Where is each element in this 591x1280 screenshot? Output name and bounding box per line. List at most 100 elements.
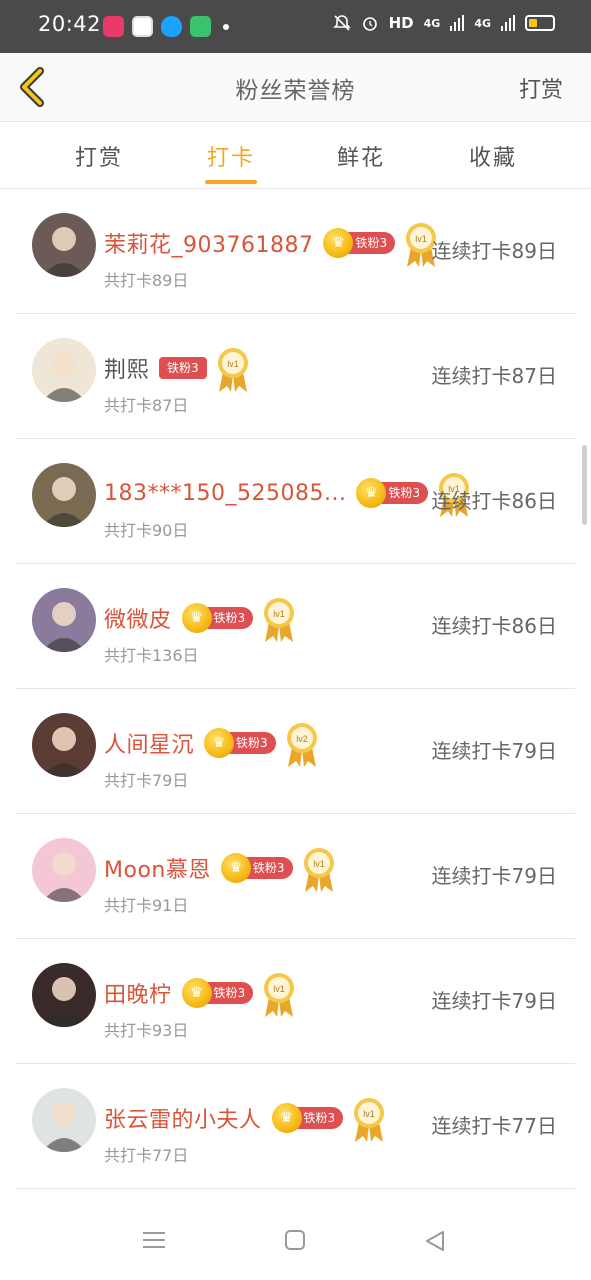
ranking-row[interactable]: 荆熙 铁粉3 lv1 共打卡87日 连续打卡87日 bbox=[16, 314, 575, 439]
avatar[interactable] bbox=[32, 1088, 96, 1152]
user-avatar-icon bbox=[32, 963, 96, 1027]
reward-button[interactable]: 打赏 bbox=[519, 72, 563, 104]
user-avatar-icon bbox=[32, 838, 96, 902]
total-checkins: 共打卡79日 bbox=[104, 771, 189, 790]
total-checkins: 共打卡89日 bbox=[104, 271, 189, 290]
tab-label: 打赏 bbox=[75, 146, 124, 171]
name-line: 荆熙 铁粉3 lv1 bbox=[104, 344, 251, 392]
total-checkins: 共打卡87日 bbox=[104, 396, 189, 415]
ranking-row[interactable]: 183***150_525085... ♛ 铁粉3 lv1 共打卡90日 连续打… bbox=[16, 439, 575, 564]
fan-level-badge: ♛ 铁粉3 bbox=[271, 1103, 344, 1133]
app-notification-icon bbox=[190, 16, 211, 37]
name-line: 田晚柠 ♛ 铁粉3 lv1 bbox=[104, 969, 297, 1017]
level-medal-icon: lv1 bbox=[354, 1098, 385, 1142]
user-avatar-icon bbox=[32, 463, 96, 527]
level-medal-icon: lv1 bbox=[264, 598, 295, 642]
level-medal-icon: lv2 bbox=[286, 723, 317, 767]
total-checkins: 共打卡91日 bbox=[104, 896, 189, 915]
page-title: 粉丝荣誉榜 bbox=[235, 78, 356, 104]
avatar[interactable] bbox=[32, 838, 96, 902]
tab-label: 收藏 bbox=[469, 146, 518, 171]
ranking-row[interactable]: 田晚柠 ♛ 铁粉3 lv1 共打卡93日 连续打卡79日 bbox=[16, 939, 575, 1064]
crown-icon: ♛ bbox=[181, 978, 212, 1008]
medal-level-text: lv1 bbox=[415, 234, 427, 244]
name-line: 茉莉花_903761887 ♛ 铁粉3 lv1 bbox=[104, 219, 439, 267]
app-notification-icon bbox=[132, 16, 153, 37]
fan-badge-label: 铁粉3 bbox=[159, 357, 207, 379]
crown-icon: ♛ bbox=[181, 603, 212, 633]
medal-level-text: lv1 bbox=[227, 359, 239, 369]
system-navigation-bar bbox=[0, 1196, 591, 1280]
user-avatar-icon bbox=[32, 1088, 96, 1152]
username[interactable]: 微微皮 bbox=[104, 602, 172, 634]
user-avatar-icon bbox=[32, 588, 96, 652]
tab-flowers[interactable]: 鲜花 bbox=[337, 140, 385, 172]
username[interactable]: 荆熙 bbox=[104, 352, 149, 384]
name-line: 人间星沉 ♛ 铁粉3 lv2 bbox=[104, 719, 320, 767]
username[interactable]: 茉莉花_903761887 bbox=[104, 227, 313, 259]
total-checkins: 共打卡77日 bbox=[104, 1146, 189, 1165]
total-checkins: 共打卡93日 bbox=[104, 1021, 189, 1040]
name-line: 183***150_525085... ♛ 铁粉3 lv1 bbox=[104, 469, 472, 517]
fan-level-badge: ♛ 铁粉3 bbox=[323, 228, 396, 258]
hd-indicator: HD bbox=[388, 14, 414, 32]
fan-level-badge: ♛ 铁粉3 bbox=[356, 478, 429, 508]
level-medal-icon: lv1 bbox=[217, 348, 248, 392]
streak-checkins: 连续打卡79日 bbox=[431, 864, 557, 888]
name-line: 微微皮 ♛ 铁粉3 lv1 bbox=[104, 594, 297, 642]
scrollbar[interactable] bbox=[582, 445, 587, 525]
streak-checkins: 连续打卡79日 bbox=[431, 739, 557, 763]
tab-bar: 打赏 打卡 鲜花 收藏 bbox=[0, 122, 591, 189]
tab-favorites[interactable]: 收藏 bbox=[469, 140, 517, 172]
alarm-icon bbox=[362, 17, 377, 31]
tab-reward[interactable]: 打赏 bbox=[75, 140, 123, 172]
streak-checkins: 连续打卡86日 bbox=[431, 489, 557, 513]
signal-4g-icon: 4G bbox=[474, 16, 491, 30]
username[interactable]: 183***150_525085... bbox=[104, 481, 346, 506]
username[interactable]: 人间星沉 bbox=[104, 727, 194, 759]
medal-level-text: lv1 bbox=[313, 859, 325, 869]
crown-icon: ♛ bbox=[204, 728, 235, 758]
signal-4g-icon: 4G bbox=[423, 16, 441, 30]
signal-bars-icon bbox=[501, 15, 515, 31]
tab-checkin[interactable]: 打卡 bbox=[205, 140, 258, 184]
battery-icon bbox=[525, 15, 555, 31]
ranking-row[interactable]: 张云雷的小夫人 ♛ 铁粉3 lv1 共打卡77日 连续打卡77日 bbox=[16, 1064, 575, 1189]
user-avatar-icon bbox=[32, 338, 96, 402]
signal-bars-icon bbox=[450, 15, 465, 31]
avatar[interactable] bbox=[32, 713, 96, 777]
username[interactable]: Moon慕恩 bbox=[104, 852, 211, 884]
username[interactable]: 田晚柠 bbox=[104, 977, 172, 1009]
streak-checkins: 连续打卡87日 bbox=[431, 364, 557, 388]
avatar[interactable] bbox=[32, 588, 96, 652]
avatar[interactable] bbox=[32, 338, 96, 402]
back-triangle-icon[interactable] bbox=[425, 1230, 445, 1252]
name-line: 张云雷的小夫人 ♛ 铁粉3 lv1 bbox=[104, 1094, 387, 1142]
qq-icon bbox=[161, 16, 182, 37]
active-tab-indicator bbox=[205, 180, 258, 184]
ranking-row[interactable]: Moon慕恩 ♛ 铁粉3 lv1 共打卡91日 连续打卡79日 bbox=[16, 814, 575, 939]
home-square-icon[interactable] bbox=[285, 1230, 305, 1250]
total-checkins: 共打卡90日 bbox=[104, 521, 189, 540]
menu-icon[interactable] bbox=[143, 1230, 165, 1250]
mute-bell-icon bbox=[332, 15, 351, 31]
status-app-icons bbox=[103, 16, 229, 37]
app-notification-icon bbox=[103, 16, 124, 37]
total-checkins: 共打卡136日 bbox=[104, 646, 199, 665]
avatar[interactable] bbox=[32, 213, 96, 277]
fan-level-badge: 铁粉3 bbox=[159, 357, 207, 379]
level-medal-icon: lv1 bbox=[303, 848, 334, 892]
avatar[interactable] bbox=[32, 963, 96, 1027]
medal-level-text: lv1 bbox=[273, 609, 285, 619]
top-app-bar: 粉丝荣誉榜 打赏 bbox=[0, 53, 591, 122]
ranking-row[interactable]: 人间星沉 ♛ 铁粉3 lv2 共打卡79日 连续打卡79日 bbox=[16, 689, 575, 814]
level-medal-icon: lv1 bbox=[264, 973, 295, 1017]
username[interactable]: 张云雷的小夫人 bbox=[104, 1102, 262, 1134]
ranking-row[interactable]: 微微皮 ♛ 铁粉3 lv1 共打卡136日 连续打卡86日 bbox=[16, 564, 575, 689]
avatar[interactable] bbox=[32, 463, 96, 527]
ranking-row[interactable]: 茉莉花_903761887 ♛ 铁粉3 lv1 共打卡89日 连续打卡89日 bbox=[16, 189, 575, 314]
status-indicators: HD 4G 4G bbox=[332, 14, 555, 32]
streak-checkins: 连续打卡89日 bbox=[431, 239, 557, 263]
crown-icon: ♛ bbox=[271, 1103, 302, 1133]
medal-level-text: lv1 bbox=[273, 984, 285, 994]
